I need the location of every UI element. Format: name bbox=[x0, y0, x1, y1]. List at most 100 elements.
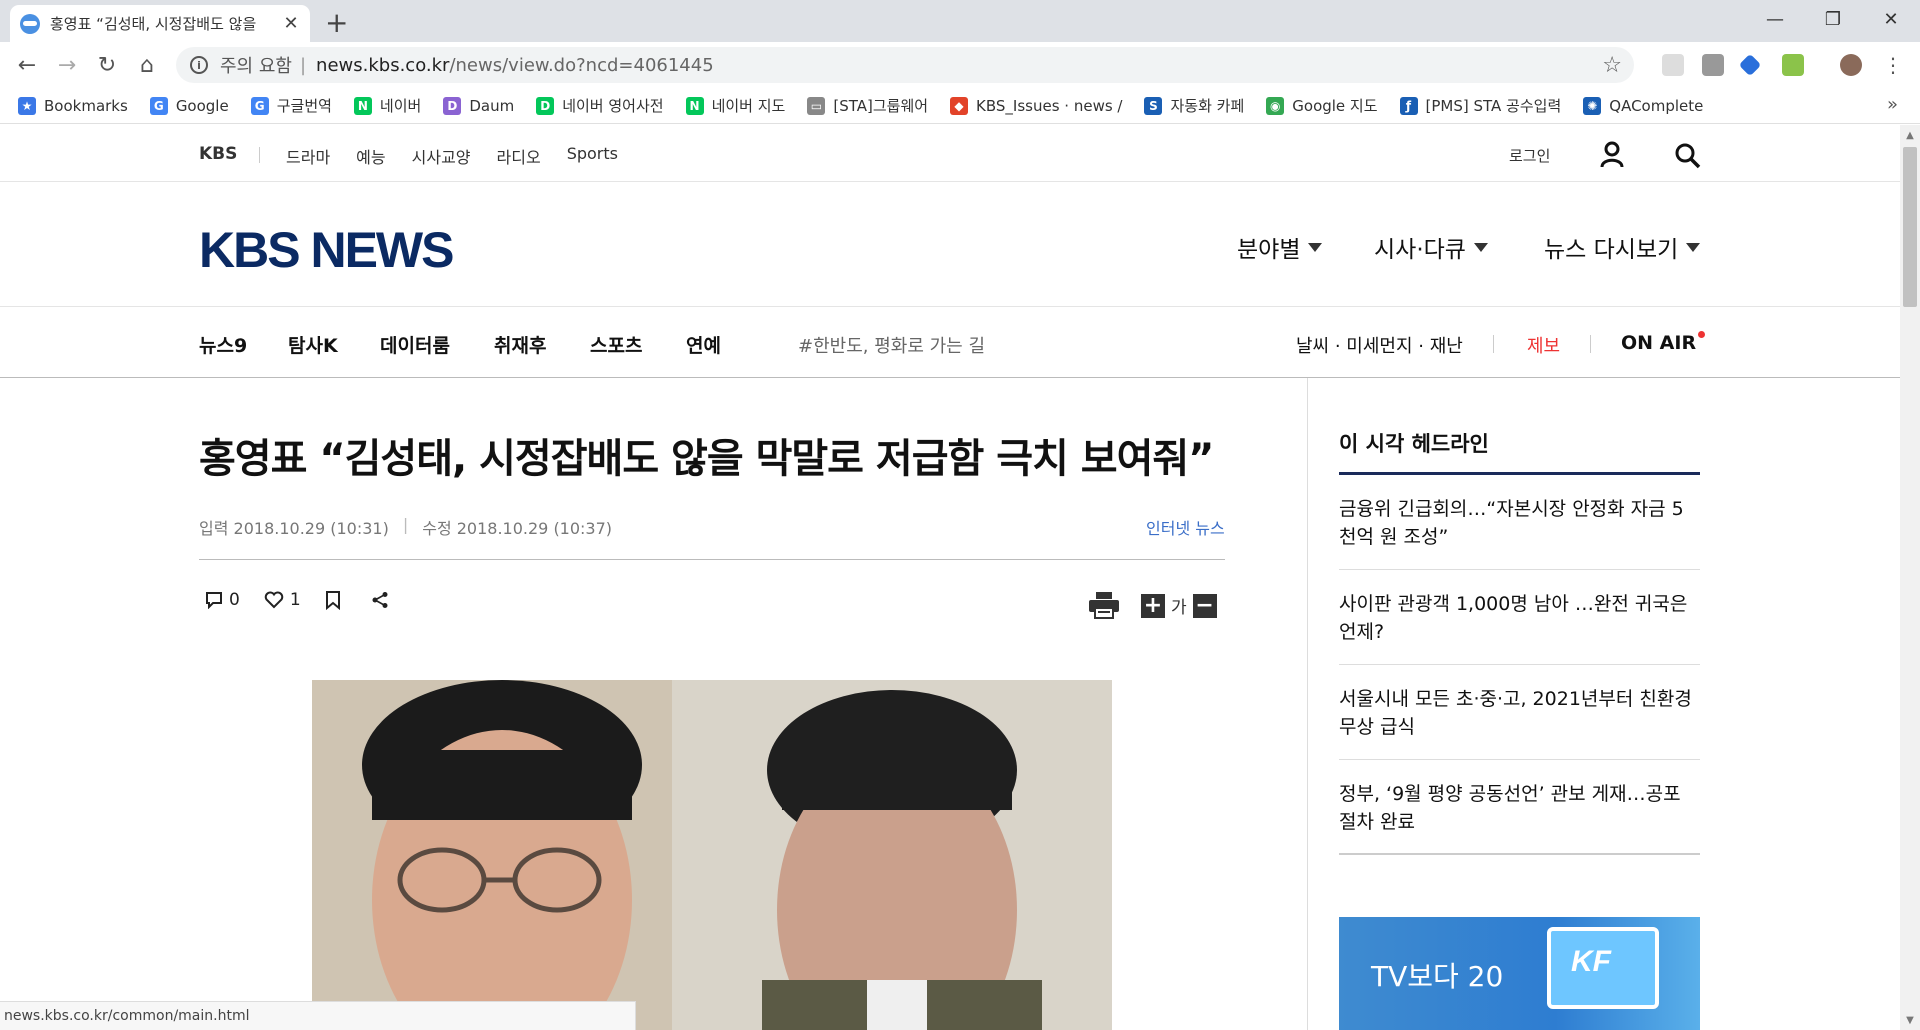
back-icon[interactable]: ← bbox=[12, 50, 42, 80]
login-link[interactable]: 로그인 bbox=[1509, 145, 1550, 166]
subnav-hashtag[interactable]: #한반도, 평화로 가는 길 bbox=[798, 332, 985, 358]
browser-tab[interactable]: 홍영표 “김성태, 시정잡배도 않을 ✕ bbox=[10, 5, 310, 42]
like-button[interactable]: 1 bbox=[264, 590, 301, 610]
font-size-tools: + 가 − bbox=[1141, 593, 1217, 618]
bookmark-button[interactable] bbox=[325, 590, 347, 610]
like-count: 1 bbox=[289, 590, 301, 610]
bookmark-icon bbox=[325, 591, 340, 610]
comment-icon bbox=[206, 592, 222, 609]
gnb-link-entertainment[interactable]: 예능 bbox=[356, 144, 385, 168]
security-label: 주의 요함 bbox=[220, 56, 292, 77]
gnb-link-current-affairs[interactable]: 시사교양 bbox=[412, 144, 471, 168]
font-increase-icon[interactable]: + bbox=[1141, 593, 1165, 618]
bookmark-item[interactable]: D 네이버 영어사전 bbox=[536, 95, 664, 116]
font-decrease-icon[interactable]: − bbox=[1192, 593, 1217, 618]
article-title: 홍영표 “김성태, 시정잡배도 않을 막말로 저급함 극치 보여줘” bbox=[199, 436, 1214, 482]
url-host: news.kbs.co.kr bbox=[316, 54, 450, 76]
forward-icon[interactable]: → bbox=[52, 50, 82, 80]
bookmark-label: Daum bbox=[469, 96, 515, 115]
address-bar[interactable]: i 주의 요함 | news.kbs.co.kr /news/view.do?n… bbox=[176, 47, 1634, 83]
subnav-entertainment[interactable]: 연예 bbox=[686, 331, 721, 358]
menu-by-field[interactable]: 분야별 bbox=[1237, 230, 1323, 264]
close-tab-icon[interactable]: ✕ bbox=[282, 13, 300, 34]
scroll-down-icon[interactable]: ▼ bbox=[1900, 1010, 1920, 1030]
bookmark-item[interactable]: D Daum bbox=[443, 96, 515, 115]
on-air-link[interactable]: ON AIR bbox=[1621, 331, 1706, 354]
share-button[interactable] bbox=[371, 591, 395, 609]
url-separator: | bbox=[299, 54, 307, 76]
bookmark-item[interactable]: ▭ [STA]그룹웨어 bbox=[807, 95, 928, 116]
headline-item[interactable]: 금융위 긴급회의…“자본시장 안정화 자금 5천억 원 조성” bbox=[1339, 475, 1700, 570]
live-dot-icon bbox=[1698, 331, 1706, 338]
gnb-link-radio[interactable]: 라디오 bbox=[497, 144, 541, 168]
new-tab-icon[interactable]: + bbox=[325, 6, 348, 39]
weather-link[interactable]: 날씨 · 미세먼지 · 재난 bbox=[1296, 332, 1463, 358]
daum-icon: D bbox=[443, 96, 462, 115]
info-icon[interactable]: i bbox=[190, 56, 208, 74]
bookmark-label: 네이버 영어사전 bbox=[562, 97, 664, 115]
menu-kebab-icon[interactable]: ⋮ bbox=[1878, 50, 1908, 80]
scroll-up-icon[interactable]: ▲ bbox=[1900, 125, 1920, 145]
google-icon: G bbox=[149, 96, 168, 115]
pms-icon: ƒ bbox=[1399, 96, 1418, 115]
extension-icon[interactable] bbox=[1738, 53, 1762, 77]
bookmark-item[interactable]: N 네이버 지도 bbox=[685, 95, 785, 116]
headline-item[interactable]: 정부, ‘9월 평양 공동선언’ 관보 게재…공포 절차 완료 bbox=[1339, 760, 1700, 855]
headline-item[interactable]: 서울시내 모든 초·중·고, 2021년부터 친환경 무상 급식 bbox=[1339, 665, 1700, 760]
profile-avatar[interactable] bbox=[1840, 54, 1862, 76]
subnav-after-coverage[interactable]: 취재후 bbox=[494, 331, 546, 358]
caret-down-icon bbox=[1308, 242, 1323, 252]
home-icon[interactable]: ⌂ bbox=[132, 50, 162, 80]
headline-item[interactable]: 사이판 관광객 1,000명 남아 …완전 귀국은 언제? bbox=[1339, 570, 1700, 665]
bookmark-item[interactable]: G Google bbox=[149, 96, 229, 115]
extension-icon[interactable] bbox=[1702, 54, 1724, 76]
share-icon bbox=[372, 592, 388, 608]
bookmark-item[interactable]: ★ Bookmarks bbox=[18, 96, 128, 115]
reload-icon[interactable]: ↻ bbox=[92, 50, 122, 80]
bookmark-item[interactable]: S 자동화 카페 bbox=[1144, 95, 1244, 116]
report-tip-link[interactable]: 제보 bbox=[1527, 332, 1560, 358]
bookmark-label: 네이버 bbox=[379, 97, 422, 115]
gnb-links: 드라마 예능 시사교양 라디오 Sports bbox=[286, 144, 644, 168]
user-icon[interactable] bbox=[1598, 140, 1626, 168]
gnb-link-sports[interactable]: Sports bbox=[567, 144, 618, 168]
translate-icon: G bbox=[250, 96, 269, 115]
article-category[interactable]: 인터넷 뉴스 bbox=[1146, 515, 1225, 539]
page-icon: ▭ bbox=[807, 96, 826, 115]
bookmark-item[interactable]: ◉ Google 지도 bbox=[1266, 95, 1378, 116]
divider bbox=[1590, 335, 1591, 353]
search-icon[interactable] bbox=[1673, 141, 1701, 169]
bookmark-item[interactable]: G 구글번역 bbox=[250, 95, 332, 116]
kbs-news-logo[interactable]: KBS NEWS bbox=[199, 221, 454, 279]
subnav-tamsa-k[interactable]: 탐사K bbox=[288, 331, 338, 358]
page-scrollbar[interactable]: ▲ ▼ bbox=[1900, 125, 1920, 1030]
bookmark-star-icon[interactable]: ☆ bbox=[1602, 53, 1622, 78]
menu-news-replay[interactable]: 뉴스 다시보기 bbox=[1544, 230, 1701, 264]
ad-banner[interactable]: TV보다 20 KF bbox=[1339, 917, 1700, 1030]
caret-down-icon bbox=[1686, 242, 1701, 252]
gnb-link-drama[interactable]: 드라마 bbox=[286, 144, 330, 168]
bookmarks-overflow-icon[interactable]: » bbox=[1887, 94, 1898, 115]
minimize-icon[interactable]: — bbox=[1746, 0, 1804, 38]
scroll-thumb[interactable] bbox=[1903, 147, 1917, 307]
global-nav: KBS 드라마 예능 시사교양 라디오 Sports 로그인 bbox=[0, 125, 1900, 182]
print-icon[interactable] bbox=[1088, 591, 1120, 619]
close-window-icon[interactable]: ✕ bbox=[1862, 0, 1920, 38]
subnav-news9[interactable]: 뉴스9 bbox=[199, 331, 247, 358]
naver-icon: N bbox=[353, 96, 372, 115]
extension-icon[interactable] bbox=[1782, 54, 1804, 76]
comment-button[interactable]: 0 bbox=[205, 590, 240, 610]
subnav-sports[interactable]: 스포츠 bbox=[590, 331, 642, 358]
menu-documentary[interactable]: 시사·다큐 bbox=[1374, 230, 1488, 264]
bookmark-item[interactable]: ƒ [PMS] STA 공수입력 bbox=[1399, 95, 1561, 116]
qa-icon: ✺ bbox=[1583, 96, 1602, 115]
subnav-dataroom[interactable]: 데이터룸 bbox=[380, 331, 450, 358]
bookmark-item[interactable]: ◆ KBS_Issues · news / bbox=[950, 96, 1122, 115]
menu-label: 뉴스 다시보기 bbox=[1544, 237, 1679, 263]
extension-icon[interactable] bbox=[1662, 54, 1684, 76]
bookmark-item[interactable]: N 네이버 bbox=[353, 95, 422, 116]
restore-icon[interactable]: ❐ bbox=[1804, 0, 1862, 38]
site-header: KBS NEWS 분야별 시사·다큐 뉴스 다시보기 bbox=[0, 183, 1900, 307]
bookmark-item[interactable]: ✺ QAComplete bbox=[1583, 96, 1703, 115]
gnb-kbs-link[interactable]: KBS bbox=[199, 144, 237, 164]
